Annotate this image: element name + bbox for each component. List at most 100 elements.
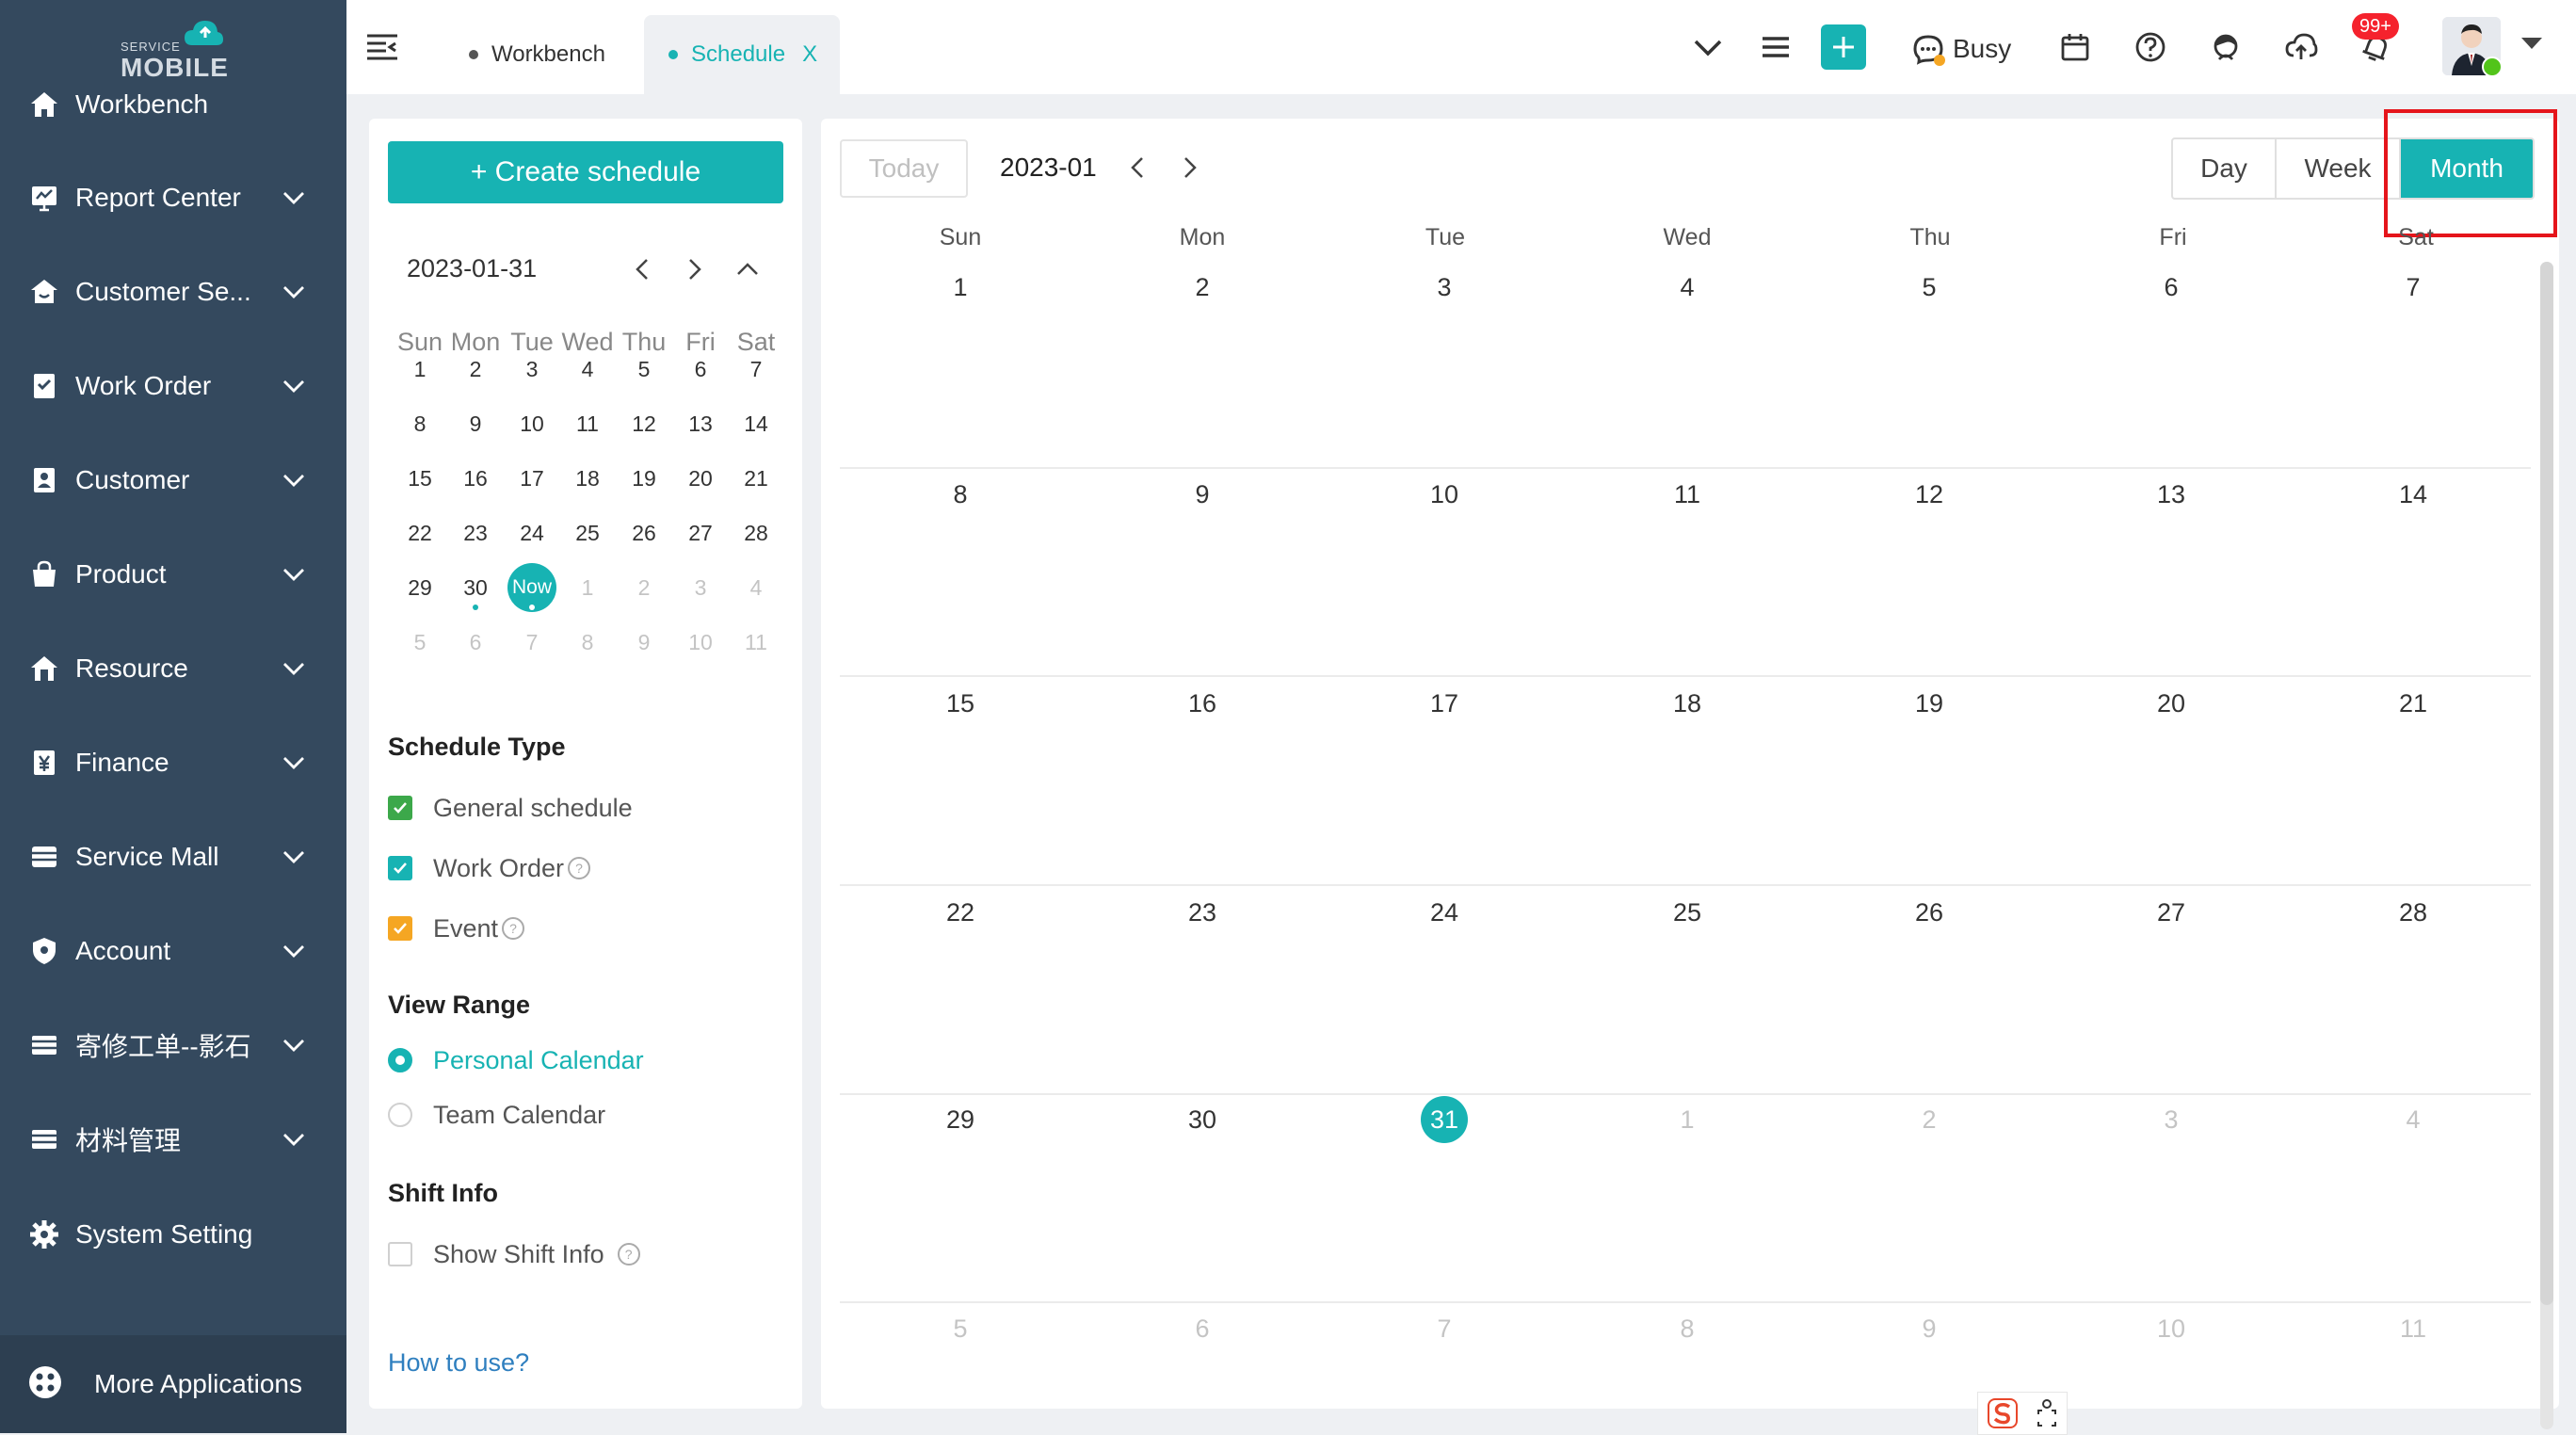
mini-calendar-day[interactable]: 2 — [451, 345, 500, 394]
mini-calendar-day[interactable]: 10 — [507, 399, 556, 448]
calendar-day-cell[interactable]: 2 — [1808, 1105, 2051, 1135]
mini-calendar-day[interactable]: 5 — [395, 618, 444, 667]
checkbox-checked[interactable] — [388, 796, 412, 820]
chevron-down-icon[interactable] — [279, 748, 309, 778]
calendar-day-cell[interactable]: 10 — [2050, 1314, 2293, 1344]
mini-calendar-day[interactable]: 7 — [732, 345, 781, 394]
sidebar-item-gear[interactable]: System Setting — [0, 1197, 346, 1272]
chevron-down-icon[interactable] — [279, 559, 309, 589]
mini-calendar-day[interactable]: 21 — [732, 454, 781, 503]
calendar-day-cell[interactable]: 17 — [1323, 689, 1566, 718]
checkbox-checked[interactable] — [388, 856, 412, 880]
calendar-day-cell[interactable]: 21 — [2292, 689, 2535, 718]
mini-calendar-day[interactable]: 1 — [395, 345, 444, 394]
previous-month-icon[interactable] — [1120, 151, 1154, 185]
create-schedule-button[interactable]: + Create schedule — [388, 141, 783, 203]
chevron-up-icon[interactable] — [729, 250, 766, 288]
calendar-day-cell[interactable]: 28 — [2292, 898, 2535, 927]
calendar-day-cell[interactable]: 3 — [2050, 1105, 2293, 1135]
calendar-day-cell[interactable]: 30 — [1081, 1105, 1324, 1135]
menu-collapse-icon[interactable] — [363, 28, 401, 66]
calendar-day-cell[interactable]: 22 — [839, 898, 1082, 927]
sidebar-item-resource[interactable]: Resource — [0, 631, 346, 706]
help-circle-icon[interactable]: ? — [568, 857, 591, 879]
sidebar-item-customer[interactable]: Customer — [0, 443, 346, 518]
chevron-down-icon[interactable] — [279, 842, 309, 872]
mini-calendar-day[interactable]: 8 — [395, 399, 444, 448]
calendar-day-cell[interactable]: 10 — [1323, 480, 1566, 509]
mini-calendar-day[interactable]: 30 — [451, 563, 500, 612]
calendar-day-cell[interactable]: 15 — [839, 689, 1082, 718]
mini-calendar-day[interactable]: 11 — [732, 618, 781, 667]
mini-calendar-day[interactable]: 20 — [676, 454, 725, 503]
mini-calendar-day[interactable]: 2 — [620, 563, 668, 612]
mini-calendar-day[interactable]: 4 — [732, 563, 781, 612]
calendar-day-cell[interactable]: 11 — [2292, 1314, 2535, 1344]
radio-button[interactable] — [388, 1048, 412, 1072]
calendar-scrollbar[interactable] — [2540, 262, 2553, 1429]
help-icon[interactable] — [2128, 24, 2173, 70]
calendar-day-cell[interactable]: 29 — [839, 1105, 1082, 1135]
calendar-day-cell[interactable]: 12 — [1808, 480, 2051, 509]
status-selector[interactable]: Busy — [1911, 28, 2011, 70]
calendar-day-today[interactable]: 31 — [1323, 1096, 1566, 1143]
calendar-day-cell[interactable]: 18 — [1566, 689, 1809, 718]
mini-calendar-day[interactable]: 14 — [732, 399, 781, 448]
chevron-down-icon[interactable] — [279, 371, 309, 401]
calendar-day-cell[interactable]: 9 — [1808, 1314, 2051, 1344]
list-menu-icon[interactable] — [1753, 24, 1798, 70]
add-button[interactable] — [1821, 24, 1866, 70]
calendar-day-cell[interactable]: 16 — [1081, 689, 1324, 718]
close-tab-icon[interactable]: X — [802, 41, 817, 68]
calendar-day-cell[interactable]: 27 — [2050, 898, 2293, 927]
mini-calendar-day[interactable]: 26 — [620, 508, 668, 557]
mini-calendar-day[interactable]: 16 — [451, 454, 500, 503]
mini-calendar-day[interactable]: 8 — [563, 618, 612, 667]
chevron-down-icon[interactable] — [279, 277, 309, 307]
how-to-use-link[interactable]: How to use? — [388, 1348, 529, 1378]
mini-calendar-day[interactable]: 25 — [563, 508, 612, 557]
calendar-day-cell[interactable]: 8 — [1566, 1314, 1809, 1344]
chevron-down-icon[interactable] — [279, 465, 309, 495]
mini-calendar-day[interactable]: 22 — [395, 508, 444, 557]
mini-calendar-day[interactable]: 24 — [507, 508, 556, 557]
calendar-day-cell[interactable]: 5 — [1808, 273, 2051, 302]
view-range-personal-calendar-radio[interactable]: Personal Calendar — [388, 1041, 644, 1079]
calendar-day-cell[interactable]: 9 — [1081, 480, 1324, 509]
show-shift-info-checkbox[interactable]: Show Shift Info ? — [388, 1235, 640, 1273]
calendar-day-cell[interactable]: 7 — [2292, 273, 2535, 302]
calendar-day-cell[interactable]: 3 — [1323, 273, 1566, 302]
calendar-day-cell[interactable]: 19 — [1808, 689, 2051, 718]
sidebar-item-product[interactable]: Product — [0, 537, 346, 612]
mini-calendar-day[interactable]: 1 — [563, 563, 612, 612]
chevron-down-icon[interactable] — [279, 653, 309, 684]
mini-calendar-day[interactable]: 11 — [563, 399, 612, 448]
sidebar-item-service-mall[interactable]: Service Mall — [0, 819, 346, 895]
radio-button[interactable] — [388, 1103, 412, 1127]
tab-workbench[interactable]: Workbench — [458, 15, 617, 94]
calendar-icon[interactable] — [2053, 24, 2098, 70]
chevron-left-icon[interactable] — [623, 250, 661, 288]
mini-calendar-day[interactable]: 10 — [676, 618, 725, 667]
sidebar-item-work-order[interactable]: Work Order — [0, 348, 346, 424]
mini-calendar-day[interactable]: 7 — [507, 618, 556, 667]
mini-calendar-day[interactable]: 19 — [620, 454, 668, 503]
schedule-type-event-checkbox[interactable]: Event? — [388, 910, 525, 947]
calendar-day-cell[interactable]: 6 — [1081, 1314, 1324, 1344]
next-month-icon[interactable] — [1173, 151, 1207, 185]
mini-calendar-day[interactable]: 29 — [395, 563, 444, 612]
calendar-day-cell[interactable]: 2 — [1081, 273, 1324, 302]
sidebar-item-report[interactable]: Report Center — [0, 160, 346, 235]
caret-down-icon[interactable] — [2521, 38, 2542, 49]
calendar-day-cell[interactable]: 25 — [1566, 898, 1809, 927]
mini-calendar-day[interactable]: 17 — [507, 454, 556, 503]
more-applications-button[interactable]: More Applications — [0, 1335, 346, 1433]
mini-calendar-day[interactable]: 15 — [395, 454, 444, 503]
schedule-type-work-order-checkbox[interactable]: Work Order? — [388, 849, 591, 887]
mini-calendar-day[interactable]: 9 — [451, 399, 500, 448]
sidebar-item-finance[interactable]: Finance — [0, 725, 346, 800]
calendar-day-cell[interactable]: 23 — [1081, 898, 1324, 927]
chevron-right-icon[interactable] — [676, 250, 714, 288]
sidebar-item-customer-service[interactable]: Customer Se... — [0, 254, 346, 330]
scrollbar-thumb[interactable] — [2540, 262, 2553, 1305]
